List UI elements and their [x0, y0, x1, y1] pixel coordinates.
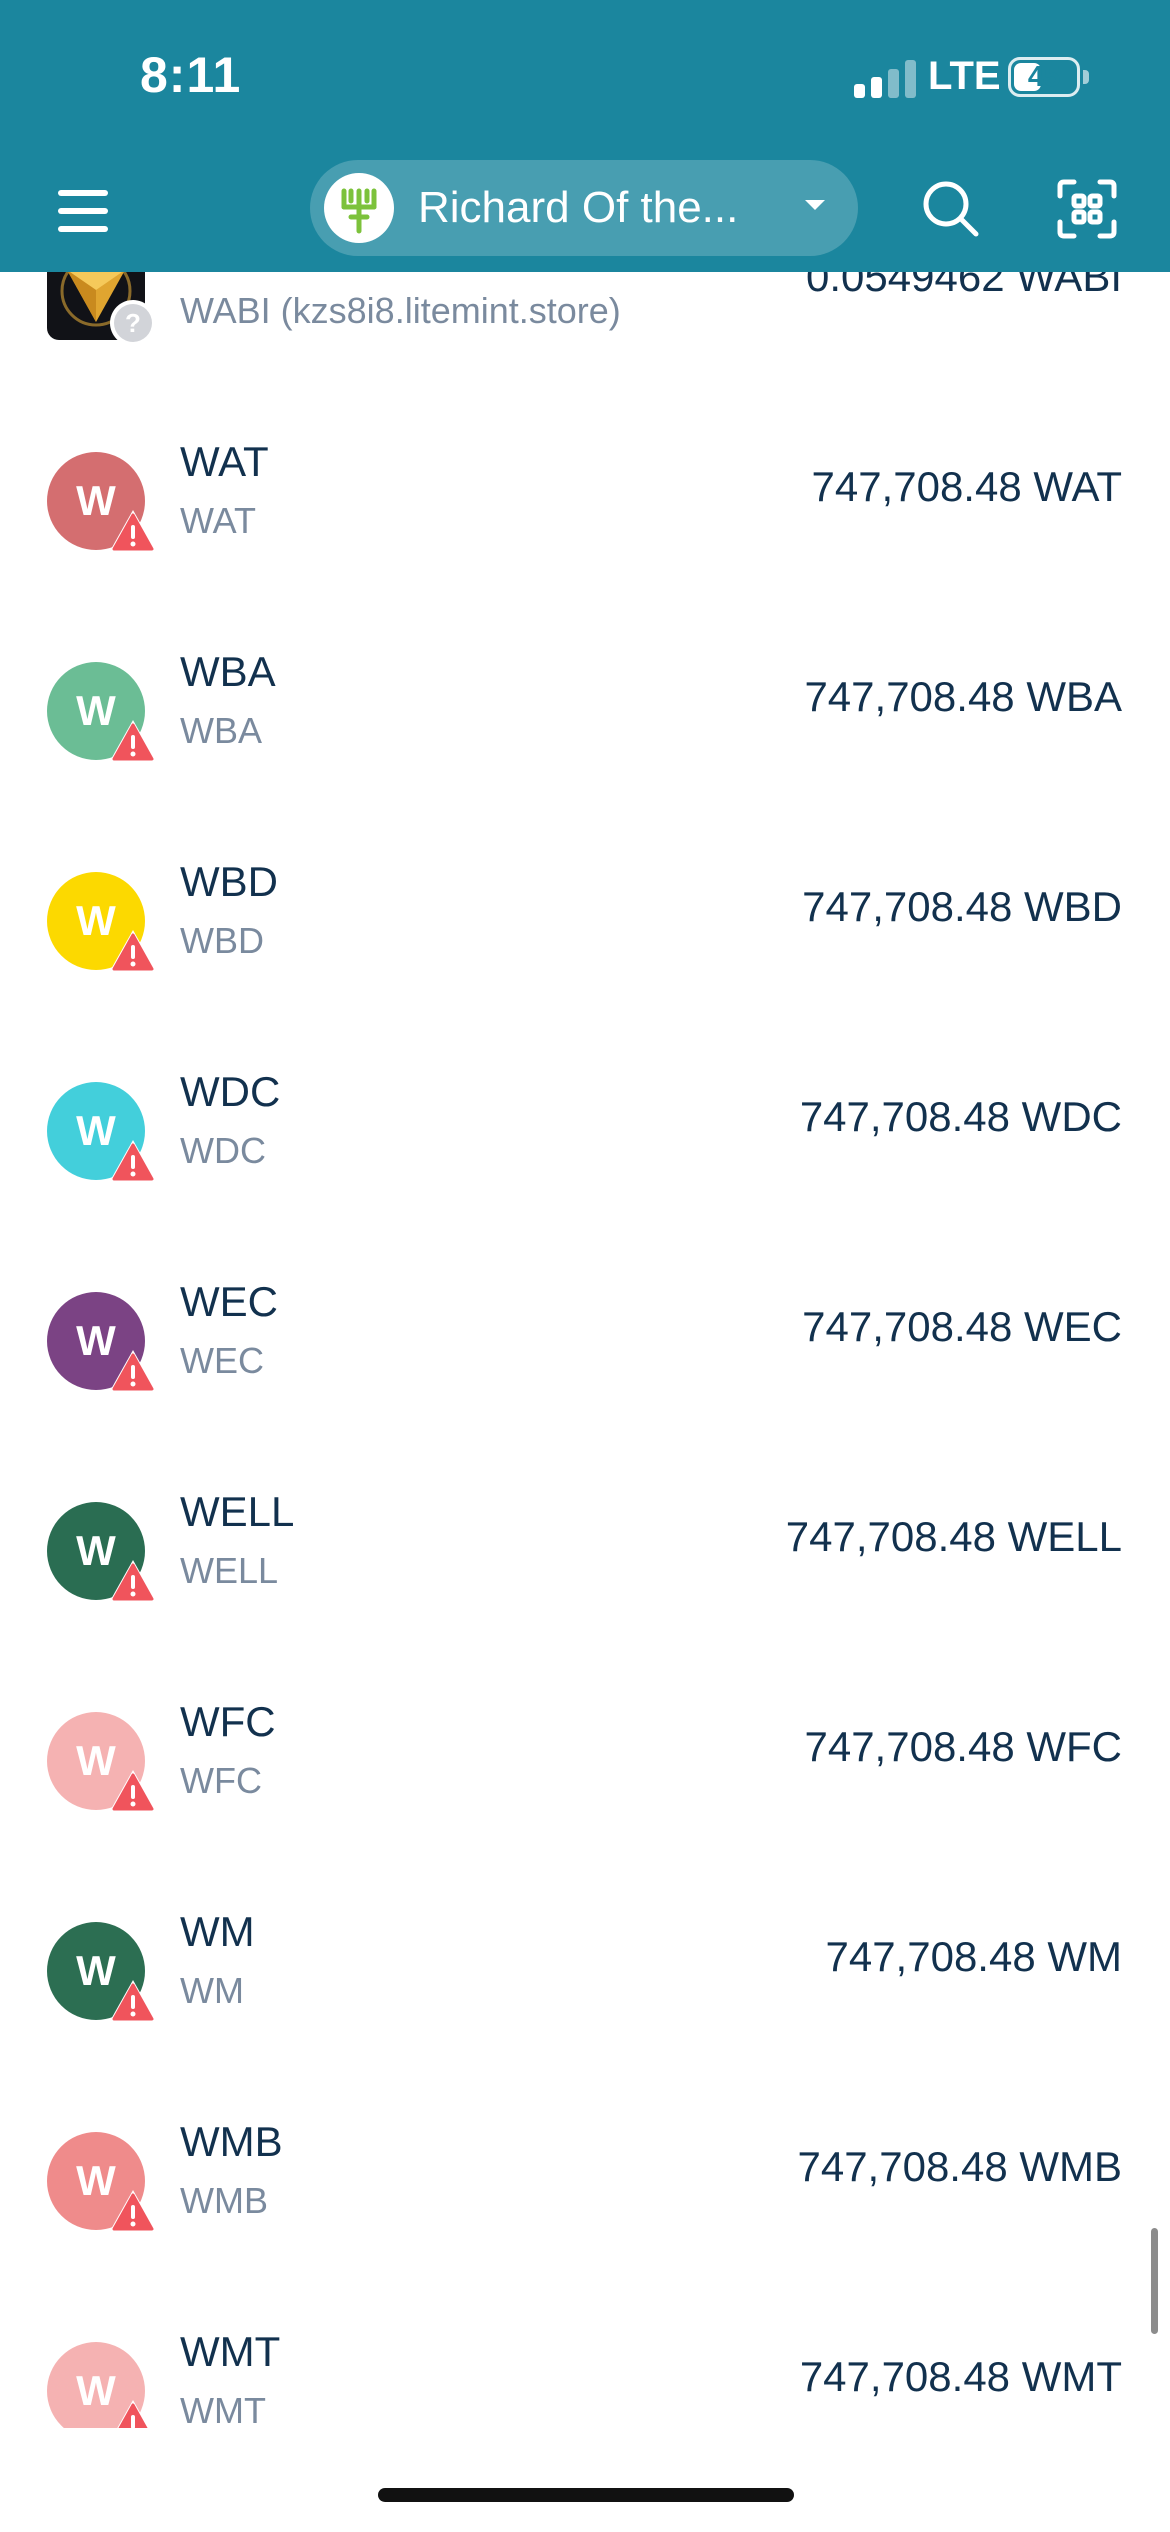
- warning-badge-icon: [108, 2188, 158, 2234]
- status-time: 8:11: [140, 47, 242, 103]
- token-balance: 0.0549462 WABI: [806, 272, 1122, 300]
- token-name: WM: [180, 1970, 244, 2011]
- qr-scan-icon[interactable]: [1054, 176, 1120, 242]
- scrollbar[interactable]: [1151, 2228, 1158, 2334]
- token-balance: 747,708.48 WDC: [799, 1093, 1122, 1140]
- warning-badge-icon: [108, 1138, 158, 1184]
- token-name: WMB: [180, 2180, 268, 2221]
- token-row[interactable]: W WFC WFC 747,708.48 WFC: [0, 1676, 1170, 1886]
- top-nav-bar: Richard Of the...: [0, 150, 1170, 272]
- token-name: WELL: [180, 1550, 279, 1591]
- token-name: WMT: [180, 2390, 266, 2428]
- token-row[interactable]: W WAT WAT 747,708.48 WAT: [0, 416, 1170, 626]
- token-name: WAT: [180, 500, 256, 541]
- warning-badge-icon: [108, 508, 158, 554]
- token-symbol: WBA: [180, 648, 276, 695]
- battery-icon: 45: [1008, 57, 1080, 97]
- token-balance: 747,708.48 WBA: [804, 673, 1122, 720]
- home-indicator[interactable]: [378, 2488, 794, 2502]
- token-symbol: WBD: [180, 858, 278, 905]
- token-symbol: WM: [180, 1908, 255, 1955]
- token-symbol: WFC: [180, 1698, 276, 1745]
- token-balance: 747,708.48 WAT: [811, 463, 1122, 510]
- token-symbol: WAT: [180, 438, 269, 485]
- status-bar: 8:11 LTE 45: [0, 0, 1170, 150]
- token-symbol: WABI: [180, 272, 286, 276]
- warning-badge-icon: [108, 2398, 158, 2428]
- token-balance: 747,708.48 WBD: [802, 883, 1122, 930]
- account-name: Richard Of the...: [418, 183, 739, 232]
- token-symbol: WMB: [180, 2118, 283, 2165]
- network-type: LTE: [928, 54, 1001, 98]
- token-name: WEC: [180, 1340, 264, 1381]
- token-name: WFC: [180, 1760, 262, 1801]
- token-balance: 747,708.48 WFC: [804, 1723, 1122, 1770]
- account-selector[interactable]: Richard Of the...: [310, 160, 858, 256]
- search-icon[interactable]: [918, 176, 984, 242]
- token-symbol: WEC: [180, 1278, 278, 1325]
- warning-badge-icon: [108, 928, 158, 974]
- token-row[interactable]: W WMB WMB 747,708.48 WMB: [0, 2096, 1170, 2306]
- token-row[interactable]: W WBA WBA 747,708.48 WBA: [0, 626, 1170, 836]
- token-row[interactable]: W WDC WDC 747,708.48 WDC: [0, 1046, 1170, 1256]
- token-row[interactable]: ? WABI WABI (kzs8i8.litemint.store) 0.05494…: [0, 272, 1170, 416]
- token-symbol: WMT: [180, 2328, 281, 2375]
- chevron-down-icon: [798, 188, 832, 222]
- warning-badge-icon: [108, 1978, 158, 2024]
- bottom-safe-area: [0, 2428, 1170, 2532]
- warning-badge-icon: [108, 1768, 158, 1814]
- token-symbol: WDC: [180, 1068, 281, 1115]
- battery-level: 45: [1027, 61, 1061, 93]
- token-row[interactable]: W WM WM 747,708.48 WM: [0, 1886, 1170, 2096]
- token-name: WBD: [180, 920, 264, 961]
- token-balance: 747,708.48 WMT: [799, 2353, 1122, 2400]
- svg-text:?: ?: [125, 308, 141, 338]
- token-balance: 747,708.48 WM: [825, 1933, 1122, 1980]
- token-name: WABI (kzs8i8.litemint.store): [180, 290, 621, 331]
- warning-badge-icon: [108, 1348, 158, 1394]
- battery-tip: [1083, 70, 1089, 84]
- token-row[interactable]: W WEC WEC 747,708.48 WEC: [0, 1256, 1170, 1466]
- token-row[interactable]: W WMT WMT 747,708.48 WMT: [0, 2306, 1170, 2428]
- question-badge-icon: ?: [108, 298, 158, 346]
- cellular-signal-icon: [854, 58, 916, 98]
- token-row[interactable]: W WELL WELL 747,708.48 WELL: [0, 1466, 1170, 1676]
- hamburger-menu-icon[interactable]: [52, 180, 114, 242]
- token-balance: 747,708.48 WEC: [802, 1303, 1122, 1350]
- token-row[interactable]: W WBD WBD 747,708.48 WBD: [0, 836, 1170, 1046]
- token-name: WBA: [180, 710, 263, 751]
- token-balance: 747,708.48 WELL: [785, 1513, 1122, 1560]
- token-list[interactable]: ? WABI WABI (kzs8i8.litemint.store) 0.05494…: [0, 272, 1170, 2428]
- token-name: WDC: [180, 1130, 266, 1171]
- token-symbol: WELL: [180, 1488, 295, 1535]
- warning-badge-icon: [108, 718, 158, 764]
- warning-badge-icon: [108, 1558, 158, 1604]
- tree-logo-icon: [324, 173, 394, 243]
- token-balance: 747,708.48 WMB: [797, 2143, 1122, 2190]
